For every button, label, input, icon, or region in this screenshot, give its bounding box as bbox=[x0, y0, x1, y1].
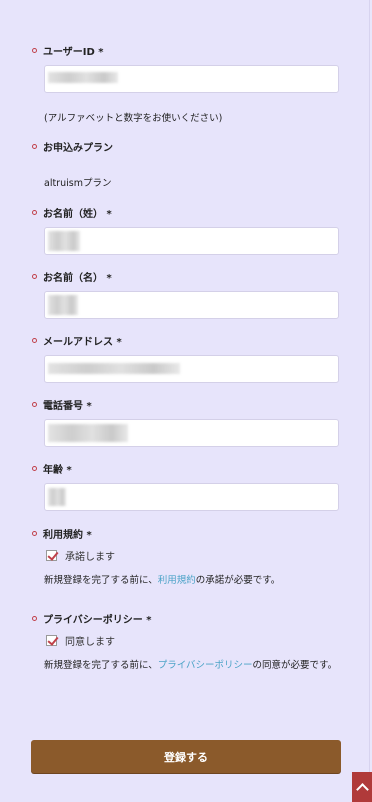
privacy-link[interactable]: プライバシーポリシー bbox=[158, 660, 253, 671]
scroll-top-button[interactable] bbox=[352, 772, 372, 802]
privacy-note-suffix: の同意が必要です。 bbox=[252, 660, 338, 671]
bullet-icon bbox=[32, 530, 37, 536]
terms-note-suffix: の承諾が必要です。 bbox=[195, 575, 281, 586]
field-privacy: プライバシーポリシー * 同意します 新規登録を完了する前に、プライバシーポリシ… bbox=[32, 611, 339, 673]
plan-label: お申込みプラン bbox=[43, 142, 113, 154]
field-last-name: お名前（姓） * bbox=[32, 205, 339, 255]
privacy-checkbox-label[interactable]: 同意します bbox=[65, 633, 115, 648]
bullet-icon bbox=[32, 209, 37, 215]
user-id-hint: (アルファベットと数字をお使いください) bbox=[44, 113, 223, 124]
bullet-icon bbox=[32, 615, 37, 621]
privacy-note-prefix: 新規登録を完了する前に、 bbox=[44, 660, 158, 671]
bullet-icon bbox=[32, 465, 37, 471]
field-phone: 電話番号 * bbox=[32, 397, 339, 447]
first-name-input[interactable] bbox=[44, 291, 339, 319]
user-id-label: ユーザーID * bbox=[43, 46, 104, 58]
terms-checkbox-row[interactable]: 承諾します bbox=[46, 548, 339, 563]
user-id-input[interactable] bbox=[44, 65, 339, 93]
field-user-id: ユーザーID * (アルファベットと数字をお使いください) bbox=[32, 43, 339, 124]
privacy-checkbox-row[interactable]: 同意します bbox=[46, 633, 339, 648]
privacy-checkbox[interactable] bbox=[46, 635, 57, 646]
bullet-icon bbox=[32, 401, 37, 407]
phone-label: 電話番号 * bbox=[43, 400, 92, 412]
first-name-label: お名前（名） * bbox=[43, 272, 112, 284]
terms-checkbox-label[interactable]: 承諾します bbox=[65, 548, 115, 563]
age-label: 年齢 * bbox=[43, 464, 72, 476]
email-label: メールアドレス * bbox=[43, 336, 122, 348]
privacy-label: プライバシーポリシー * bbox=[43, 614, 152, 626]
field-plan: お申込みプラン altruismプラン bbox=[32, 139, 339, 189]
last-name-label: お名前（姓） * bbox=[43, 208, 112, 220]
field-email: メールアドレス * bbox=[32, 333, 339, 383]
terms-note-prefix: 新規登録を完了する前に、 bbox=[44, 575, 158, 586]
plan-value: altruismプラン bbox=[44, 178, 112, 189]
field-first-name: お名前（名） * bbox=[32, 269, 339, 319]
chevron-up-icon bbox=[355, 782, 369, 796]
email-input[interactable] bbox=[44, 355, 339, 383]
redacted-value bbox=[48, 488, 66, 506]
redacted-value bbox=[48, 231, 80, 251]
register-button[interactable]: 登録する bbox=[31, 740, 341, 773]
terms-note: 新規登録を完了する前に、利用規約の承諾が必要です。 bbox=[44, 573, 339, 588]
bullet-icon bbox=[32, 337, 37, 343]
field-terms: 利用規約 * 承諾します 新規登録を完了する前に、利用規約の承諾が必要です。 bbox=[32, 526, 339, 588]
bullet-icon bbox=[32, 273, 37, 279]
last-name-input[interactable] bbox=[44, 227, 339, 255]
redacted-value bbox=[48, 363, 180, 374]
age-input[interactable] bbox=[44, 483, 339, 511]
field-age: 年齢 * bbox=[32, 461, 339, 511]
redacted-value bbox=[48, 295, 78, 315]
bullet-icon bbox=[32, 143, 37, 149]
registration-form: ユーザーID * (アルファベットと数字をお使いください) お申込みプラン al… bbox=[0, 0, 370, 802]
redacted-value bbox=[48, 424, 128, 442]
redacted-value bbox=[48, 72, 118, 83]
phone-input[interactable] bbox=[44, 419, 339, 447]
privacy-note: 新規登録を完了する前に、プライバシーポリシーの同意が必要です。 bbox=[44, 658, 339, 673]
bullet-icon bbox=[32, 47, 37, 53]
terms-label: 利用規約 * bbox=[43, 529, 92, 541]
terms-checkbox[interactable] bbox=[46, 550, 57, 561]
terms-link[interactable]: 利用規約 bbox=[158, 575, 196, 586]
